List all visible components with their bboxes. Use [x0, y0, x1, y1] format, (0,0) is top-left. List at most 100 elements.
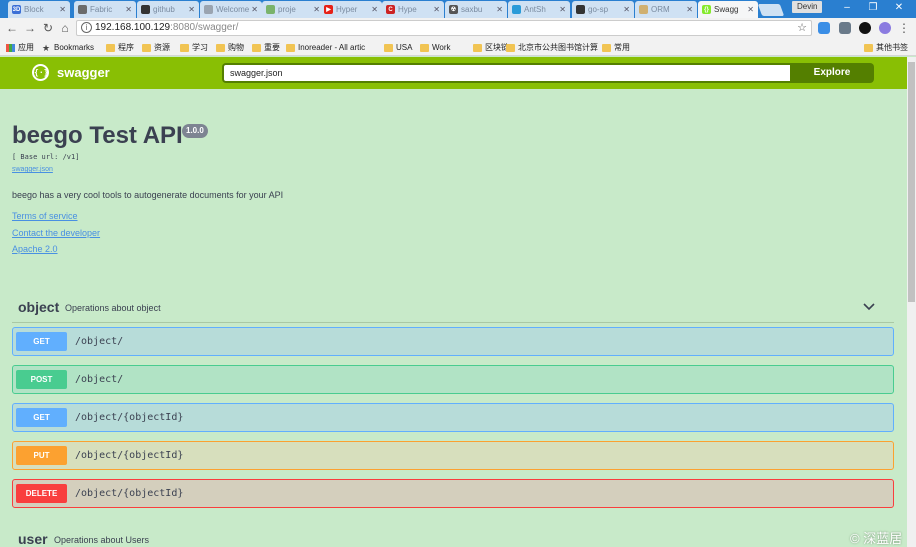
close-window-icon[interactable]: ✕ [888, 0, 910, 16]
extension-icon[interactable] [839, 22, 851, 34]
tab-close-icon[interactable]: ✕ [251, 5, 258, 14]
forward-icon[interactable]: → [22, 20, 38, 36]
tab-favicon-icon: ☢ [449, 5, 458, 14]
folder-icon [384, 43, 393, 52]
bookmark-item[interactable]: 资源 [142, 41, 170, 54]
bookmark-item[interactable]: ★ Bookmarks [42, 41, 94, 54]
operation-delete[interactable]: DELETE/object/{objectId} [12, 479, 894, 508]
tab-close-icon[interactable]: ✕ [125, 5, 132, 14]
tab-close-icon[interactable]: ✕ [433, 5, 440, 14]
operation-path: /object/ [75, 374, 124, 385]
bookmark-item[interactable]: 北京市公共图书馆计算 [506, 41, 598, 54]
bookmark-item[interactable]: 区块链 [473, 41, 509, 54]
bookmark-star-icon[interactable]: ☆ [797, 21, 807, 35]
browser-tab[interactable]: github ✕ [137, 1, 199, 18]
bookmark-item[interactable]: Inoreader - All artic [286, 41, 365, 54]
tab-favicon-icon [512, 5, 521, 14]
site-info-icon[interactable]: i [81, 22, 92, 33]
extension-icon[interactable] [879, 22, 891, 34]
profile-button[interactable]: Devin [792, 1, 823, 13]
extension-icon[interactable] [859, 22, 871, 34]
bookmark-label: 北京市公共图书馆计算 [518, 43, 598, 52]
other-bookmarks[interactable]: 其他书签 [864, 41, 908, 54]
browser-tab[interactable]: C Hype ✕ [382, 1, 444, 18]
bookmark-label: 常用 [614, 43, 630, 52]
browser-tab[interactable]: AntSh ✕ [508, 1, 570, 18]
restore-icon[interactable]: ❐ [862, 0, 884, 16]
bookmark-item[interactable]: Work [420, 41, 451, 54]
browser-tab[interactable]: Fabric ✕ [74, 1, 136, 18]
terms-of-service-link[interactable]: Terms of service [12, 211, 78, 221]
bookmark-item[interactable]: USA [384, 41, 412, 54]
operation-path: /object/ [75, 336, 124, 347]
operation-put[interactable]: PUT/object/{objectId} [12, 441, 894, 470]
swagger-logo[interactable]: {·} swagger [32, 64, 110, 81]
explore-button[interactable]: Explore [790, 63, 874, 83]
tab-title: AntSh [524, 5, 546, 14]
tab-title: proje [278, 5, 296, 14]
bookmark-item[interactable]: 学习 [180, 41, 208, 54]
bookmarks-bar: 应用 ★ Bookmarks 程序 资源 学习 购物 重要 Inoreader - All ar… [0, 39, 916, 56]
browser-tab[interactable]: proje ✕ [262, 1, 324, 18]
page-scrollbar[interactable] [907, 57, 916, 547]
folder-icon [216, 43, 225, 52]
bookmark-label: 学习 [192, 43, 208, 52]
tab-close-icon[interactable]: ✕ [559, 5, 566, 14]
browser-tab[interactable]: ☢ saxbu ✕ [445, 1, 507, 18]
bookmark-item[interactable]: 常用 [602, 41, 630, 54]
folder-icon [106, 43, 115, 52]
tab-close-icon[interactable]: ✕ [496, 5, 503, 14]
bookmark-label: 应用 [18, 43, 34, 52]
spec-url-input[interactable]: swagger.json [222, 63, 790, 83]
folder-icon [506, 43, 515, 52]
tab-close-icon[interactable]: ✕ [59, 5, 66, 14]
tab-close-icon[interactable]: ✕ [747, 5, 754, 14]
home-icon[interactable]: ⌂ [57, 20, 73, 36]
chevron-down-icon[interactable] [862, 299, 876, 313]
tab-close-icon[interactable]: ✕ [188, 5, 195, 14]
operation-path: /object/{objectId} [75, 412, 184, 423]
tab-close-icon[interactable]: ✕ [371, 5, 378, 14]
tag-description: Operations about Users [54, 535, 150, 545]
browser-tab[interactable]: Welcome ✕ [200, 1, 262, 18]
scrollbar-thumb[interactable] [908, 62, 915, 302]
tab-favicon-icon: {} [702, 5, 711, 14]
contact-developer-link[interactable]: Contact the developer [12, 228, 100, 238]
bookmark-item[interactable]: 购物 [216, 41, 244, 54]
spec-link[interactable]: swagger.json [12, 166, 53, 173]
bookmark-item[interactable]: 重要 [252, 41, 280, 54]
menu-icon[interactable]: ⋮ [896, 20, 912, 36]
extension-icon[interactable] [818, 22, 830, 34]
address-bar[interactable]: i 192.168.100.129:8080/swagger/ ☆ [76, 20, 812, 36]
new-tab-button[interactable] [757, 4, 785, 16]
license-link[interactable]: Apache 2.0 [12, 244, 58, 254]
tab-title: Block [24, 5, 44, 14]
bookmark-item[interactable]: 程序 [106, 41, 134, 54]
browser-tab[interactable]: ▶ Hyper ✕ [320, 1, 382, 18]
tag-section-object[interactable]: object Operations about object [12, 295, 894, 323]
api-description: beego has a very cool tools to autogener… [12, 190, 284, 200]
tab-title: github [153, 5, 175, 14]
browser-tab[interactable]: ORM ✕ [635, 1, 697, 18]
operation-get[interactable]: GET/object/ [12, 327, 894, 356]
tab-title: ORM [651, 5, 670, 14]
bookmark-label: Inoreader - All artic [298, 43, 366, 52]
bookmark-label: 重要 [264, 43, 280, 52]
tab-favicon-icon [266, 5, 275, 14]
browser-tab[interactable]: {} Swagg ✕ [698, 1, 758, 18]
tab-close-icon[interactable]: ✕ [623, 5, 630, 14]
reload-icon[interactable]: ↻ [40, 20, 56, 36]
tag-section-user[interactable]: user Operations about Users [12, 527, 894, 547]
operation-get[interactable]: GET/object/{objectId} [12, 403, 894, 432]
tab-close-icon[interactable]: ✕ [313, 5, 320, 14]
minimize-icon[interactable]: – [836, 0, 858, 16]
bookmark-item[interactable]: 应用 [6, 41, 34, 54]
tab-favicon-icon [78, 5, 87, 14]
browser-tab[interactable]: go-sp ✕ [572, 1, 634, 18]
tab-close-icon[interactable]: ✕ [686, 5, 693, 14]
back-icon[interactable]: ← [4, 20, 20, 36]
tab-favicon-icon: ▶ [324, 5, 333, 14]
method-badge: GET [16, 332, 67, 351]
browser-tab[interactable]: 3D Block ✕ [8, 1, 70, 18]
operation-post[interactable]: POST/object/ [12, 365, 894, 394]
